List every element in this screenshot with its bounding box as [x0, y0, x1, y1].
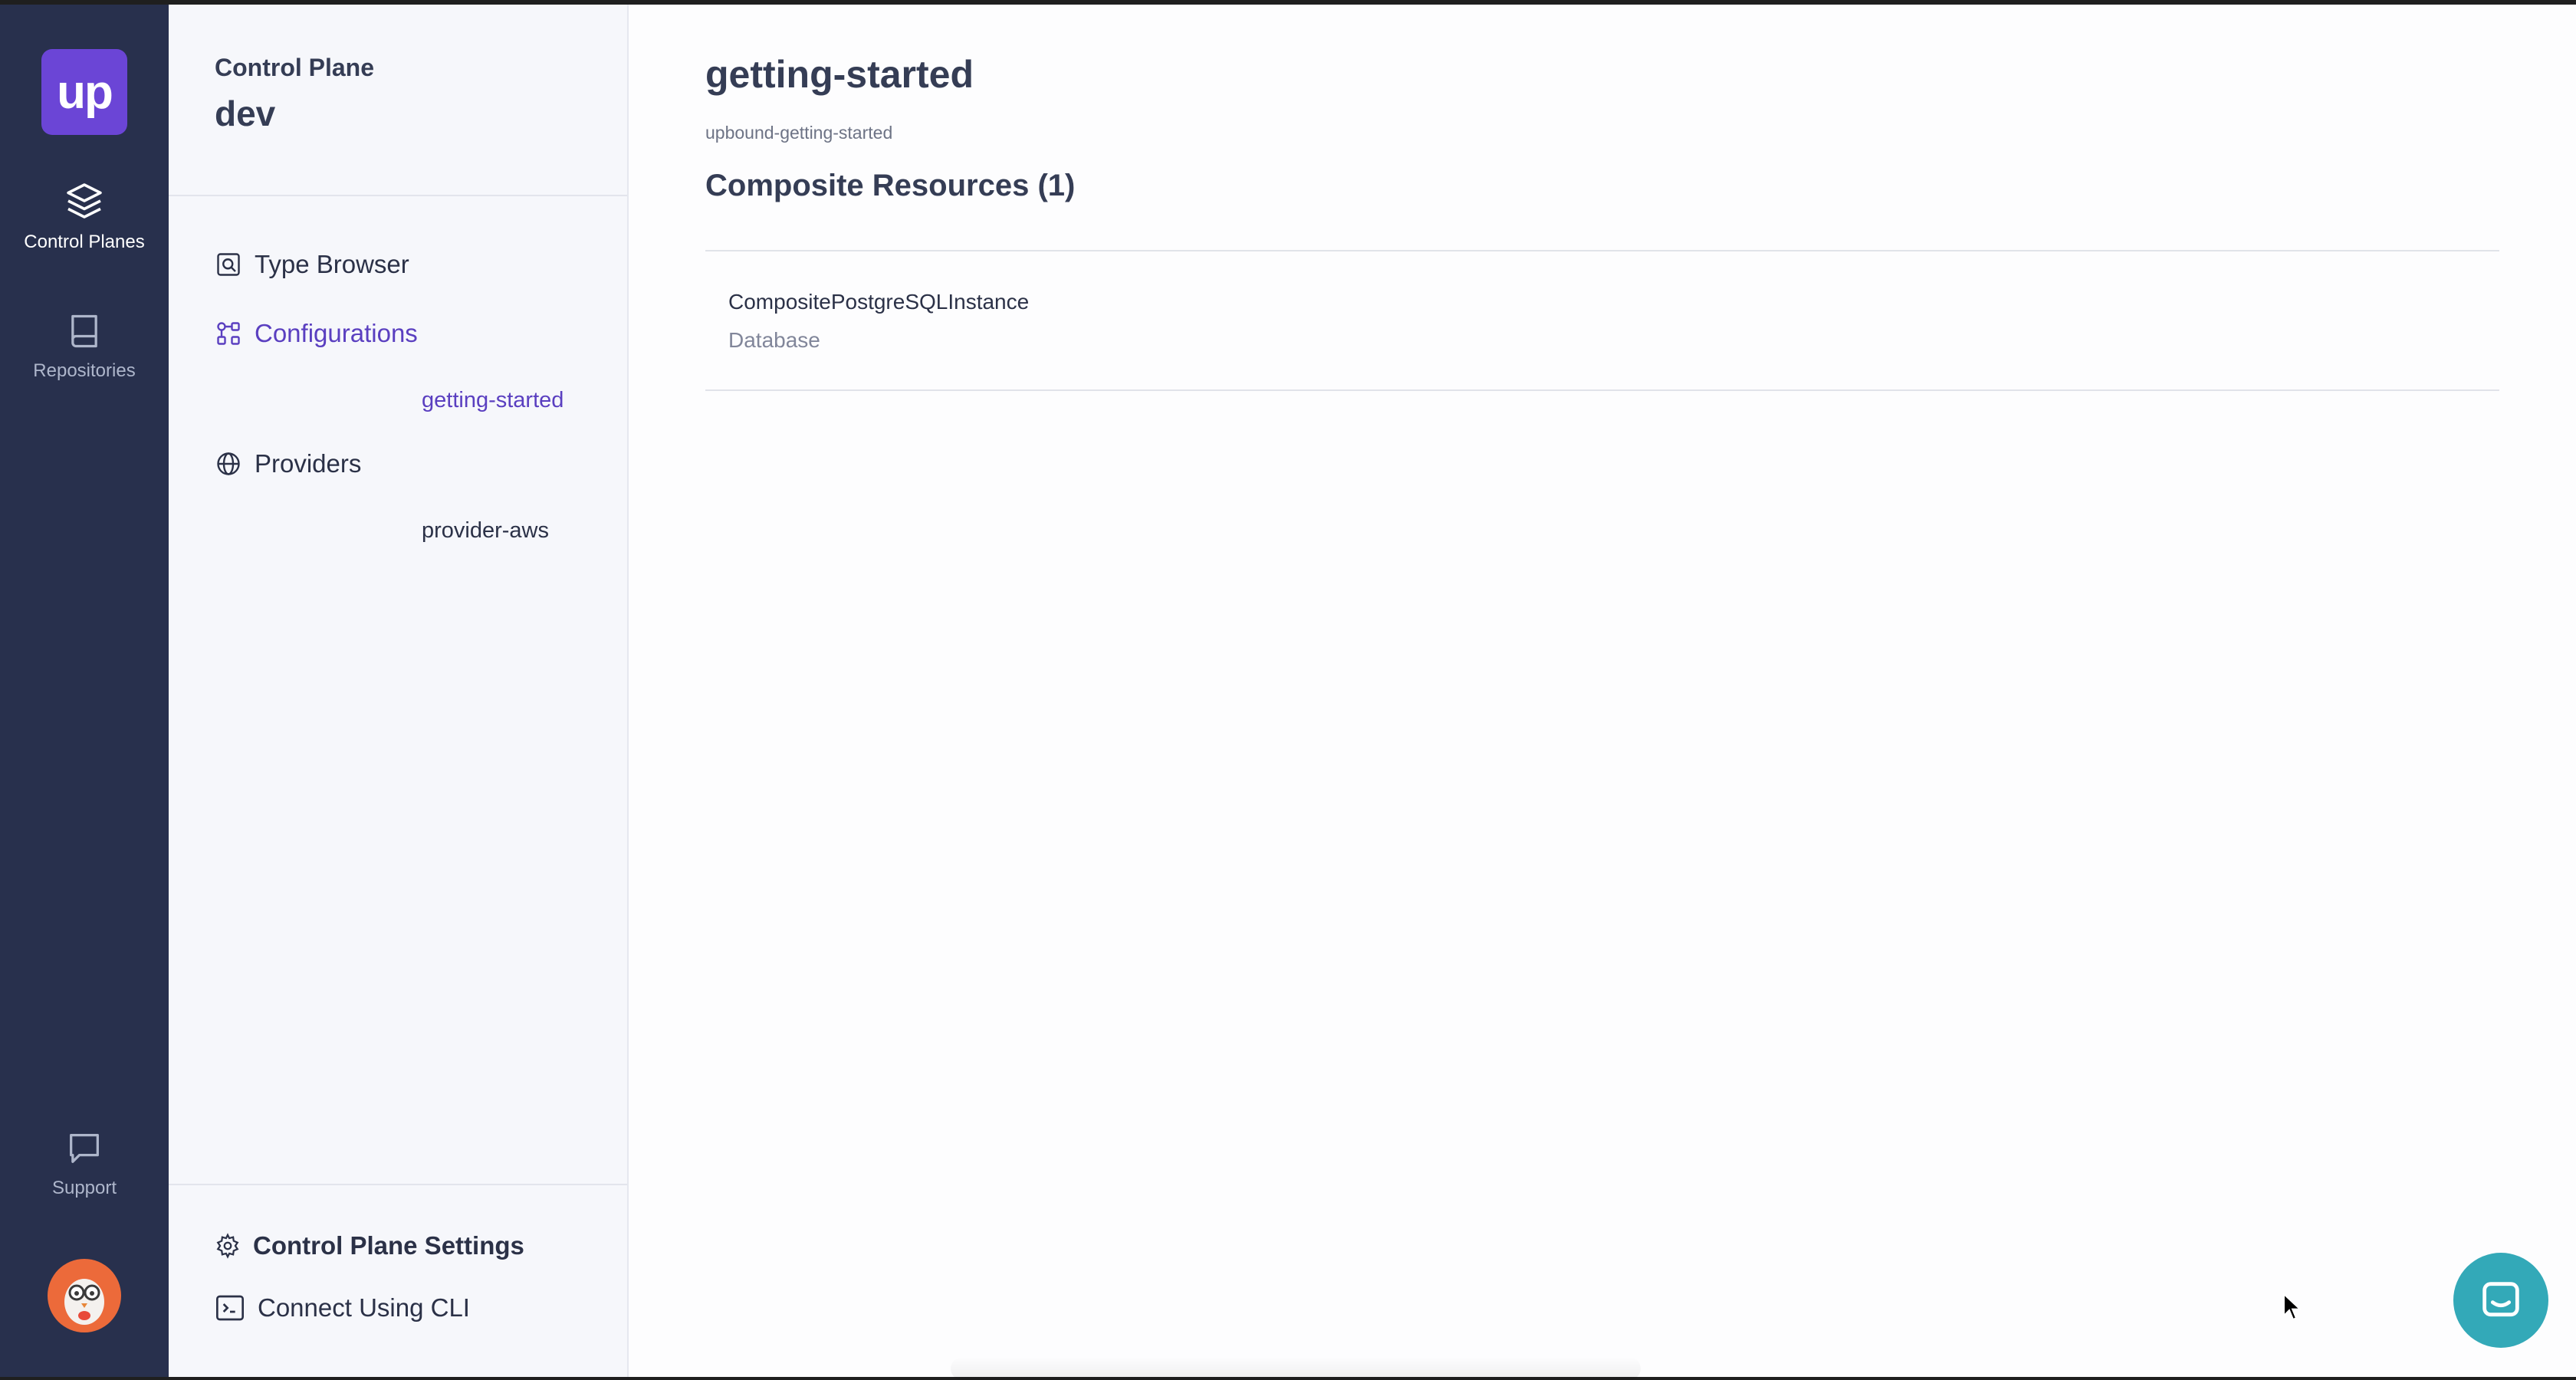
nav-item-providers[interactable]: Providers — [215, 449, 361, 478]
rail-item-support[interactable]: Support — [0, 1129, 169, 1199]
rail-label: Control Planes — [24, 232, 145, 252]
avatar-illustration-icon — [64, 1279, 104, 1325]
global-nav-rail: up Control Planes Repositories Support — [0, 5, 169, 1377]
nav-subitem-provider-aws[interactable]: provider-aws — [422, 518, 549, 544]
sidebar-footer: Control Plane Settings Connect Using CLI — [169, 1184, 627, 1378]
layers-icon — [67, 183, 102, 219]
control-plane-settings-button[interactable]: Control Plane Settings — [215, 1231, 524, 1260]
resource-name[interactable]: CompositePostgreSQLInstance — [728, 290, 1029, 314]
page-title: getting-started — [705, 53, 974, 96]
globe-icon — [217, 452, 240, 475]
nav-label: Type Browser — [255, 250, 409, 278]
gear-icon — [216, 1233, 239, 1259]
connect-using-cli-button[interactable]: Connect Using CLI — [215, 1293, 470, 1323]
sidebar-header: Control Plane dev — [169, 5, 627, 196]
chat-launcher-button[interactable] — [2453, 1253, 2548, 1348]
mouse-cursor-icon — [2283, 1293, 2302, 1321]
logo-text: up — [57, 65, 113, 119]
footer-label: Connect Using CLI — [258, 1293, 470, 1322]
main-content: getting-started upbound-getting-started … — [629, 5, 2576, 1380]
control-plane-name: dev — [215, 94, 276, 133]
divider — [705, 250, 2499, 251]
resource-type: Database — [728, 328, 820, 352]
nav-label: Providers — [255, 449, 362, 478]
rail-label: Repositories — [33, 360, 136, 381]
control-plane-label: Control Plane — [215, 54, 375, 81]
page-subtitle: upbound-getting-started — [705, 123, 893, 143]
nav-item-type-browser[interactable]: Type Browser — [215, 250, 409, 279]
rail-label: Support — [51, 1178, 117, 1198]
chat-bubble-icon — [70, 1134, 99, 1163]
footer-label: Control Plane Settings — [253, 1231, 524, 1260]
nav-label: Configurations — [255, 319, 418, 347]
section-title: Composite Resources (1) — [705, 169, 1076, 202]
divider — [705, 389, 2499, 391]
rail-item-control-planes[interactable]: Control Planes — [0, 179, 169, 253]
user-avatar[interactable] — [48, 1259, 121, 1332]
upbound-logo[interactable]: up — [41, 49, 127, 135]
terminal-icon — [216, 1295, 244, 1321]
app-window: up Control Planes Repositories Support C… — [0, 5, 2576, 1380]
book-icon — [71, 314, 97, 348]
control-plane-sidebar: Control Plane dev Type Browser Configura… — [169, 5, 629, 1377]
type-browser-icon — [217, 253, 240, 276]
nav-item-configurations[interactable]: Configurations — [215, 319, 418, 348]
nav-subitem-getting-started[interactable]: getting-started — [422, 388, 564, 413]
configurations-icon — [217, 322, 240, 345]
rail-item-repositories[interactable]: Repositories — [0, 311, 169, 382]
chat-icon — [2482, 1282, 2519, 1317]
